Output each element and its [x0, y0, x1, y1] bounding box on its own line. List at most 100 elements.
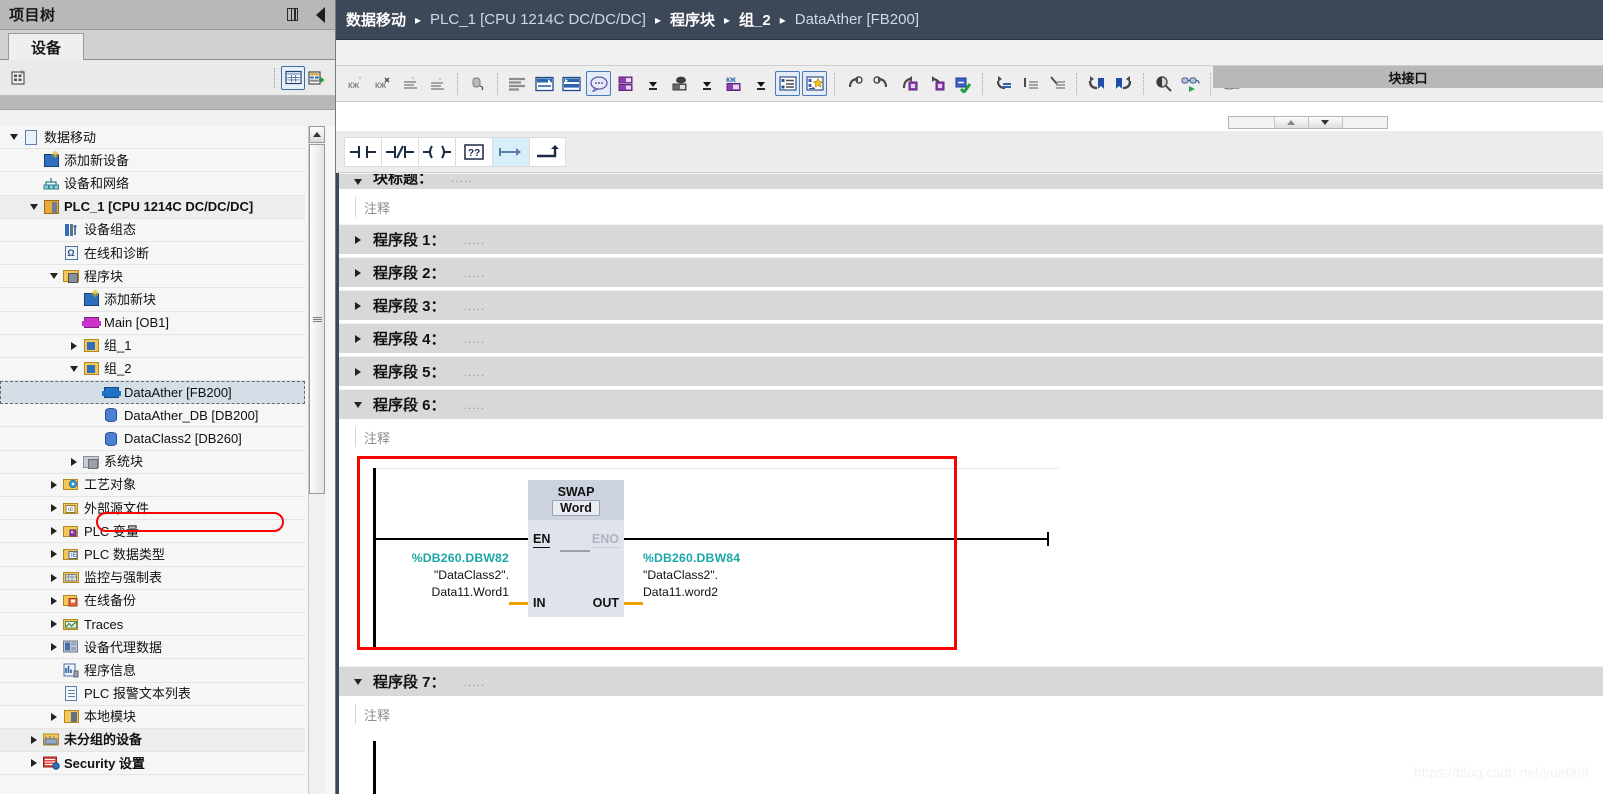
tree-item-DataAtherFB200[interactable]: DataAther [FB200] — [0, 381, 305, 405]
twisty-collapsed-icon[interactable] — [46, 620, 62, 629]
block-comment-text[interactable]: 注释 — [355, 197, 1603, 217]
network-comments-icon[interactable] — [613, 71, 638, 96]
twisty-collapsed-icon[interactable] — [46, 573, 62, 582]
tree-item-PLC[interactable]: PLC 报警文本列表 — [0, 682, 305, 706]
tree-item-DataClass2DB260[interactable]: DataClass2 [DB260] — [0, 427, 305, 451]
goto-first-icon[interactable] — [1017, 71, 1042, 96]
twisty-collapsed-icon[interactable] — [46, 596, 62, 605]
breadcrumb-item-3[interactable]: 组_2 — [739, 9, 771, 30]
network-3-twisty-icon[interactable] — [347, 301, 369, 310]
tree-item-[interactable]: 数据移动 — [0, 126, 305, 150]
network-7-comment-text[interactable]: 注释 — [355, 704, 1603, 724]
network-7-header[interactable]: 程序段 7： ..... — [339, 666, 1603, 697]
undo-icon[interactable] — [465, 71, 490, 96]
expand-down-icon[interactable] — [1307, 117, 1342, 128]
device-export-icon[interactable] — [305, 66, 329, 90]
in-label[interactable]: IN — [533, 596, 546, 610]
tree-item-[interactable]: 工艺对象 — [0, 473, 305, 497]
network-6-ladder[interactable]: SWAP Word EN ENO IN OUT %DB260.DBW82 "Da… — [339, 454, 1603, 666]
network-5-twisty-icon[interactable] — [347, 367, 369, 376]
tree-item-[interactable]: 程序信息 — [0, 659, 305, 683]
absolute-operands-icon[interactable] — [532, 71, 557, 96]
tree-item-[interactable]: 在线备份 — [0, 589, 305, 613]
tree-item-[interactable]: 系统块 — [0, 450, 305, 474]
output-operand-line2[interactable]: Data11.word2 — [643, 584, 803, 601]
network-1-header[interactable]: 程序段 1：..... — [339, 224, 1603, 255]
input-operand-line1[interactable]: "DataClass2". — [359, 567, 509, 584]
tree-item-[interactable]: ol 外部源文件 — [0, 497, 305, 521]
twisty-expanded-icon[interactable] — [6, 134, 22, 141]
tree-item-PLC[interactable]: IE PLC 数据类型 — [0, 543, 305, 567]
operand-overview-dropdown-icon[interactable] — [748, 71, 773, 96]
monitor-on-icon[interactable] — [842, 71, 867, 96]
breadcrumb-item-1[interactable]: PLC_1 [CPU 1214C DC/DC/DC] — [430, 11, 646, 28]
monitor-off-icon[interactable] — [869, 71, 894, 96]
network-5-header[interactable]: 程序段 5：..... — [339, 356, 1603, 387]
tree-item-[interactable]: Ω 在线和诊断 — [0, 241, 305, 266]
insert-branch-icon[interactable] — [425, 71, 450, 96]
output-operand[interactable]: %DB260.DBW84 "DataClass2". Data11.word2 — [643, 550, 803, 601]
tree-item-[interactable]: 未分组的设备 — [0, 728, 305, 753]
network-6-twisty-icon[interactable] — [347, 401, 369, 408]
consistency-check-icon[interactable] — [950, 71, 975, 96]
block-comment[interactable]: 注释 — [339, 190, 1603, 224]
network-4-twisty-icon[interactable] — [347, 334, 369, 343]
watch-glasses-icon[interactable] — [1178, 71, 1203, 96]
output-operand-line1[interactable]: "DataClass2". — [643, 567, 803, 584]
network-7-twisty-icon[interactable] — [347, 678, 369, 685]
open-branch-icon[interactable] — [492, 136, 529, 167]
project-overview-icon[interactable] — [6, 66, 30, 90]
dock-columns-icon[interactable] — [283, 6, 301, 24]
eno-label[interactable]: ENO — [591, 532, 619, 548]
goto-next-icon[interactable] — [1044, 71, 1069, 96]
bookmark-next-icon[interactable] — [1111, 71, 1136, 96]
scroll-up-icon[interactable] — [309, 126, 325, 143]
tree-item-DataAther_DBDB200[interactable]: DataAther_DB [DB200] — [0, 404, 305, 428]
network-7-ladder[interactable] — [339, 731, 1603, 794]
tree-item-PLC_1CPU1214CDCDCDC[interactable]: PLC_1 [CPU 1214C DC/DC/DC] — [0, 195, 305, 219]
network-6-comment-text[interactable]: 注释 — [355, 427, 1603, 447]
output-coil-icon[interactable] — [418, 136, 455, 167]
twisty-collapsed-icon[interactable] — [46, 480, 62, 489]
twisty-expanded-icon[interactable] — [46, 273, 62, 280]
tree-item-Security[interactable]: Security 设置 — [0, 752, 305, 776]
network-7-comment[interactable]: 注释 — [339, 697, 1603, 731]
network-2-twisty-icon[interactable] — [347, 268, 369, 277]
list-layout-icon[interactable] — [775, 71, 800, 96]
normally-closed-contact-icon[interactable] — [381, 136, 418, 167]
breadcrumb-item-4[interactable]: DataAther [FB200] — [795, 11, 919, 28]
comments-balloon-icon[interactable] — [586, 71, 611, 96]
twisty-collapsed-icon[interactable] — [46, 504, 62, 513]
block-title-twisty-icon[interactable] — [347, 178, 369, 185]
scrollbar-thumb[interactable] — [309, 144, 325, 494]
upload-block-icon[interactable] — [923, 71, 948, 96]
twisty-collapsed-icon[interactable] — [46, 550, 62, 559]
twisty-collapsed-icon[interactable] — [46, 712, 62, 721]
input-operand-line2[interactable]: Data11.Word1 — [359, 584, 509, 601]
input-operand-address[interactable]: %DB260.DBW82 — [359, 550, 509, 567]
collapse-up-icon[interactable] — [1273, 117, 1308, 128]
swap-instruction-block[interactable]: SWAP Word EN ENO IN OUT — [528, 480, 624, 617]
network-comments-dropdown-icon[interactable] — [640, 71, 665, 96]
tree-item-_1[interactable]: 组_1 — [0, 334, 305, 358]
network-4-header[interactable]: 程序段 4：..... — [339, 323, 1603, 354]
tree-item-_2[interactable]: 组_2 — [0, 357, 305, 382]
project-tree-scroll-area[interactable]: 数据移动 ✳ 添加新设备 设备和网络 PLC_1 [CPU 1214C DC/DC/DC… — [0, 126, 335, 794]
twisty-collapsed-icon[interactable] — [66, 341, 82, 350]
network-3-header[interactable]: 程序段 3：..... — [339, 290, 1603, 321]
insert-rung-icon[interactable] — [398, 71, 423, 96]
block-interface-splitter[interactable] — [1228, 116, 1388, 129]
download-block-icon[interactable] — [896, 71, 921, 96]
insert-network-icon[interactable]: кж — [344, 71, 369, 96]
empty-box-icon[interactable]: ?? — [455, 136, 492, 167]
tree-item-[interactable]: 程序块 — [0, 265, 305, 289]
tree-item-[interactable]: 本地模块 — [0, 705, 305, 729]
tree-item-[interactable]: 设备和网络 — [0, 172, 305, 196]
tab-devices[interactable]: 设备 — [8, 33, 84, 60]
arrow-left-icon[interactable] — [311, 6, 329, 24]
symbolic-operands-icon[interactable] — [559, 71, 584, 96]
twisty-collapsed-icon[interactable] — [66, 457, 82, 466]
show-hide-list-icon[interactable] — [505, 71, 530, 96]
tree-item-[interactable]: ✳ 添加新块 — [0, 288, 305, 312]
block-title-row[interactable]: 块标题： ..... — [339, 173, 1603, 190]
